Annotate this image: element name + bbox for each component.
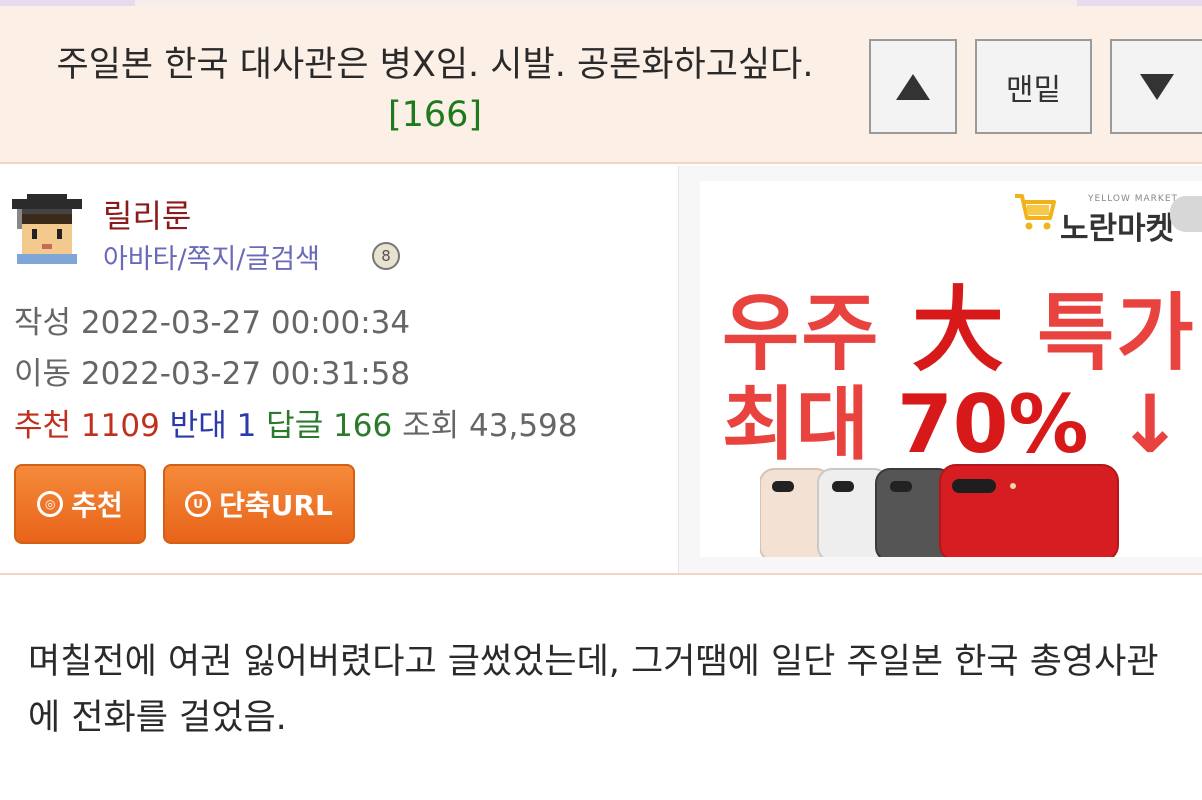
phones-image — [760, 464, 1119, 557]
recommend-label: 추천 — [14, 408, 72, 444]
post-title: 주일본 한국 대사관은 병X임. 시발. 공론화하고싶다. [166] — [20, 40, 850, 140]
reply-count[interactable]: [166] — [388, 95, 482, 135]
moved-time: 이동 2022-03-27 00:31:58 — [14, 356, 411, 392]
go-bottom-button[interactable]: 맨밑 — [975, 39, 1092, 134]
triangle-down-icon — [1140, 73, 1174, 100]
short-url-icon-glyph: U — [193, 497, 204, 511]
level-badge-icon: 8 — [372, 242, 400, 270]
title-bar: 주일본 한국 대사관은 병X임. 시발. 공론화하고싶다. [166] 맨밑 — [0, 6, 1202, 164]
scroll-up-button[interactable] — [869, 39, 957, 134]
oppose-count: 1 — [236, 408, 257, 444]
ad-discount: 70% — [897, 378, 1089, 471]
triangle-up-icon — [896, 73, 930, 100]
scroll-down-button[interactable] — [1110, 39, 1202, 134]
ad-subline: 최대 70% ↓ — [722, 360, 1183, 476]
cart-icon — [1015, 194, 1056, 230]
views-label: 조회 — [402, 408, 460, 444]
replies-count: 166 — [333, 408, 393, 444]
short-url-icon: U — [185, 491, 212, 517]
recommend-icon: ◎ — [37, 491, 64, 517]
short-url-button[interactable]: U 단축URL — [163, 464, 355, 544]
graduate-avatar-icon[interactable] — [12, 193, 82, 265]
post-stats: 추천 1109 반대 1 답글 166 조회 43,598 — [14, 400, 578, 445]
author-links[interactable]: 아바타/쪽지/글검색 — [103, 237, 320, 276]
oppose-label: 반대 — [169, 408, 227, 444]
recommend-button[interactable]: ◎ 추천 — [14, 464, 146, 544]
ad-close-tab[interactable] — [1170, 196, 1202, 232]
go-bottom-label: 맨밑 — [1005, 72, 1062, 108]
section-divider — [0, 573, 1202, 575]
created-time: 작성 2022-03-27 00:00:34 — [14, 305, 411, 341]
replies-label: 답글 — [266, 408, 324, 444]
recommend-count: 1109 — [80, 408, 160, 444]
recommend-button-label: 추천 — [71, 489, 123, 522]
author-name[interactable]: 릴리룬 — [103, 191, 191, 237]
ad-subline-a: 최대 — [722, 378, 870, 471]
down-arrow-icon: ↓ — [1116, 378, 1184, 471]
recommend-icon-glyph: ◎ — [44, 497, 56, 511]
post-body: 며칠전에 여권 잃어버렸다고 글썼었는데, 그거땜에 일단 주일본 한국 총영사… — [28, 642, 1159, 738]
short-url-button-label: 단축URL — [219, 489, 333, 522]
post-title-text: 주일본 한국 대사관은 병X임. 시발. 공론화하고싶다. — [56, 45, 814, 85]
ad-brand: 노란마켓 — [1060, 211, 1175, 247]
views-count: 43,598 — [469, 408, 578, 444]
